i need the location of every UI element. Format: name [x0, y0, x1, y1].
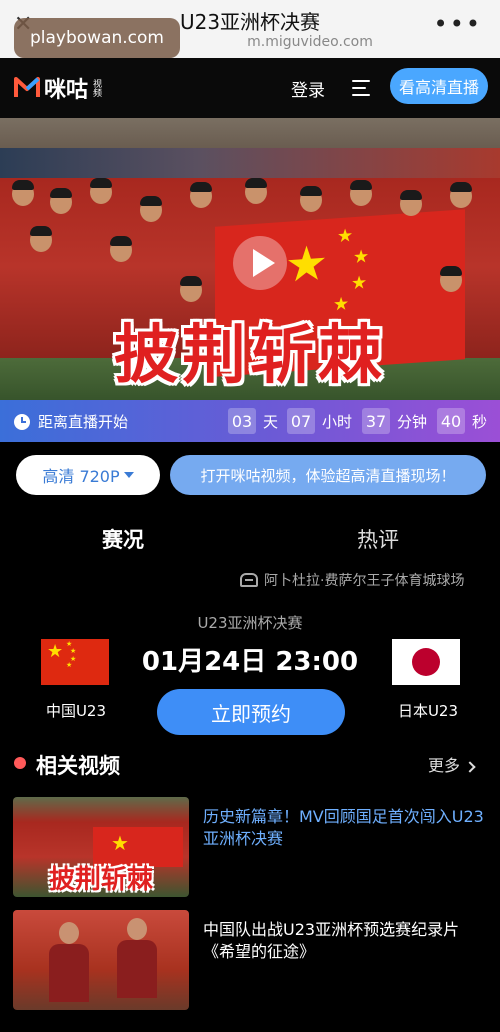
hero-slogan: 披荆斩棘 [114, 318, 386, 393]
more-link[interactable]: 更多 [428, 752, 476, 776]
open-app-button[interactable]: 打开咪咕视频，体验超高清直播现场！ [170, 455, 486, 495]
more-options-icon[interactable]: ••• [434, 12, 482, 36]
hd-live-button[interactable]: 看高清直播 [390, 68, 488, 104]
countdown-seconds: 40 [437, 408, 465, 434]
china-flag-icon: ★ ★ ★ ★ ★ [41, 639, 109, 685]
countdown-days-unit: 天 [263, 413, 279, 431]
video-thumbnail[interactable] [13, 910, 189, 1010]
more-link-label: 更多 [428, 756, 461, 775]
play-icon[interactable] [233, 236, 287, 290]
venue-name: 阿卜杜拉·费萨尔王子体育城球场 [264, 573, 465, 589]
related-video-item[interactable]: 中国队出战U23亚洲杯预选赛纪录片《希望的征途》 [0, 910, 500, 1010]
hero-stadium-banner [0, 148, 500, 178]
away-team-name: 日本U23 [397, 702, 459, 720]
logo-subtext: 视频 [91, 79, 102, 97]
login-link[interactable]: 登录 [291, 76, 325, 101]
tab-match-status[interactable]: 赛况 [102, 524, 144, 554]
countdown-bar: 距离直播开始 03 天 07 小时 37 分钟 40 秒 [0, 400, 500, 442]
countdown-hours: 07 [287, 408, 315, 434]
hero-video-poster[interactable]: ★ ★ ★ ★ ★ 披荆斩棘 [0, 118, 500, 400]
match-title: U23亚洲杯决赛 [197, 614, 303, 632]
tab-hot-comments[interactable]: 热评 [357, 524, 399, 554]
countdown-minutes-unit: 分钟 [397, 413, 428, 431]
stadium-icon [240, 573, 258, 587]
quality-select-label: 高清 720P [42, 467, 120, 486]
countdown-days: 03 [228, 408, 256, 434]
migu-logo[interactable]: 咪咕 视频 [14, 72, 102, 104]
related-video-item[interactable]: ★ 披荆斩棘 历史新篇章！MV回顾国足首次闯入U23亚洲杯决赛 [0, 797, 500, 897]
watermark: playbowan.com [14, 18, 180, 58]
venue: 阿卜杜拉·费萨尔王子体育城球场 [240, 570, 464, 590]
migu-logo-icon [14, 75, 40, 101]
coach-figure [49, 922, 89, 1002]
reserve-button[interactable]: 立即预约 [157, 689, 345, 735]
countdown-seconds-unit: 秒 [472, 413, 488, 431]
chevron-right-icon [464, 761, 476, 773]
clock-icon [14, 413, 30, 430]
countdown-minutes: 37 [362, 408, 390, 434]
chevron-down-icon [123, 472, 134, 478]
countdown-label-text: 距离直播开始 [38, 413, 129, 431]
video-thumbnail[interactable]: ★ 披荆斩棘 [13, 797, 189, 897]
video-title[interactable]: 历史新篇章！MV回顾国足首次闯入U23亚洲杯决赛 [203, 806, 488, 850]
thumbnail-slogan: 披荆斩棘 [48, 865, 153, 895]
section-dot [14, 757, 26, 769]
site-header: 咪咕 视频 登录 看高清直播 [0, 58, 500, 118]
video-title[interactable]: 中国队出战U23亚洲杯预选赛纪录片《希望的征途》 [203, 919, 488, 963]
countdown-hours-unit: 小时 [322, 413, 353, 431]
hero-stands [0, 118, 500, 148]
countdown-label: 距离直播开始 [14, 411, 128, 432]
logo-text: 咪咕 [44, 78, 89, 103]
menu-icon[interactable] [352, 80, 370, 96]
japan-flag-icon [392, 639, 460, 685]
related-videos-title: 相关视频 [36, 754, 120, 778]
quality-select[interactable]: 高清 720P [16, 455, 160, 495]
coach-figure [117, 918, 157, 998]
home-team-name: 中国U23 [45, 702, 107, 720]
